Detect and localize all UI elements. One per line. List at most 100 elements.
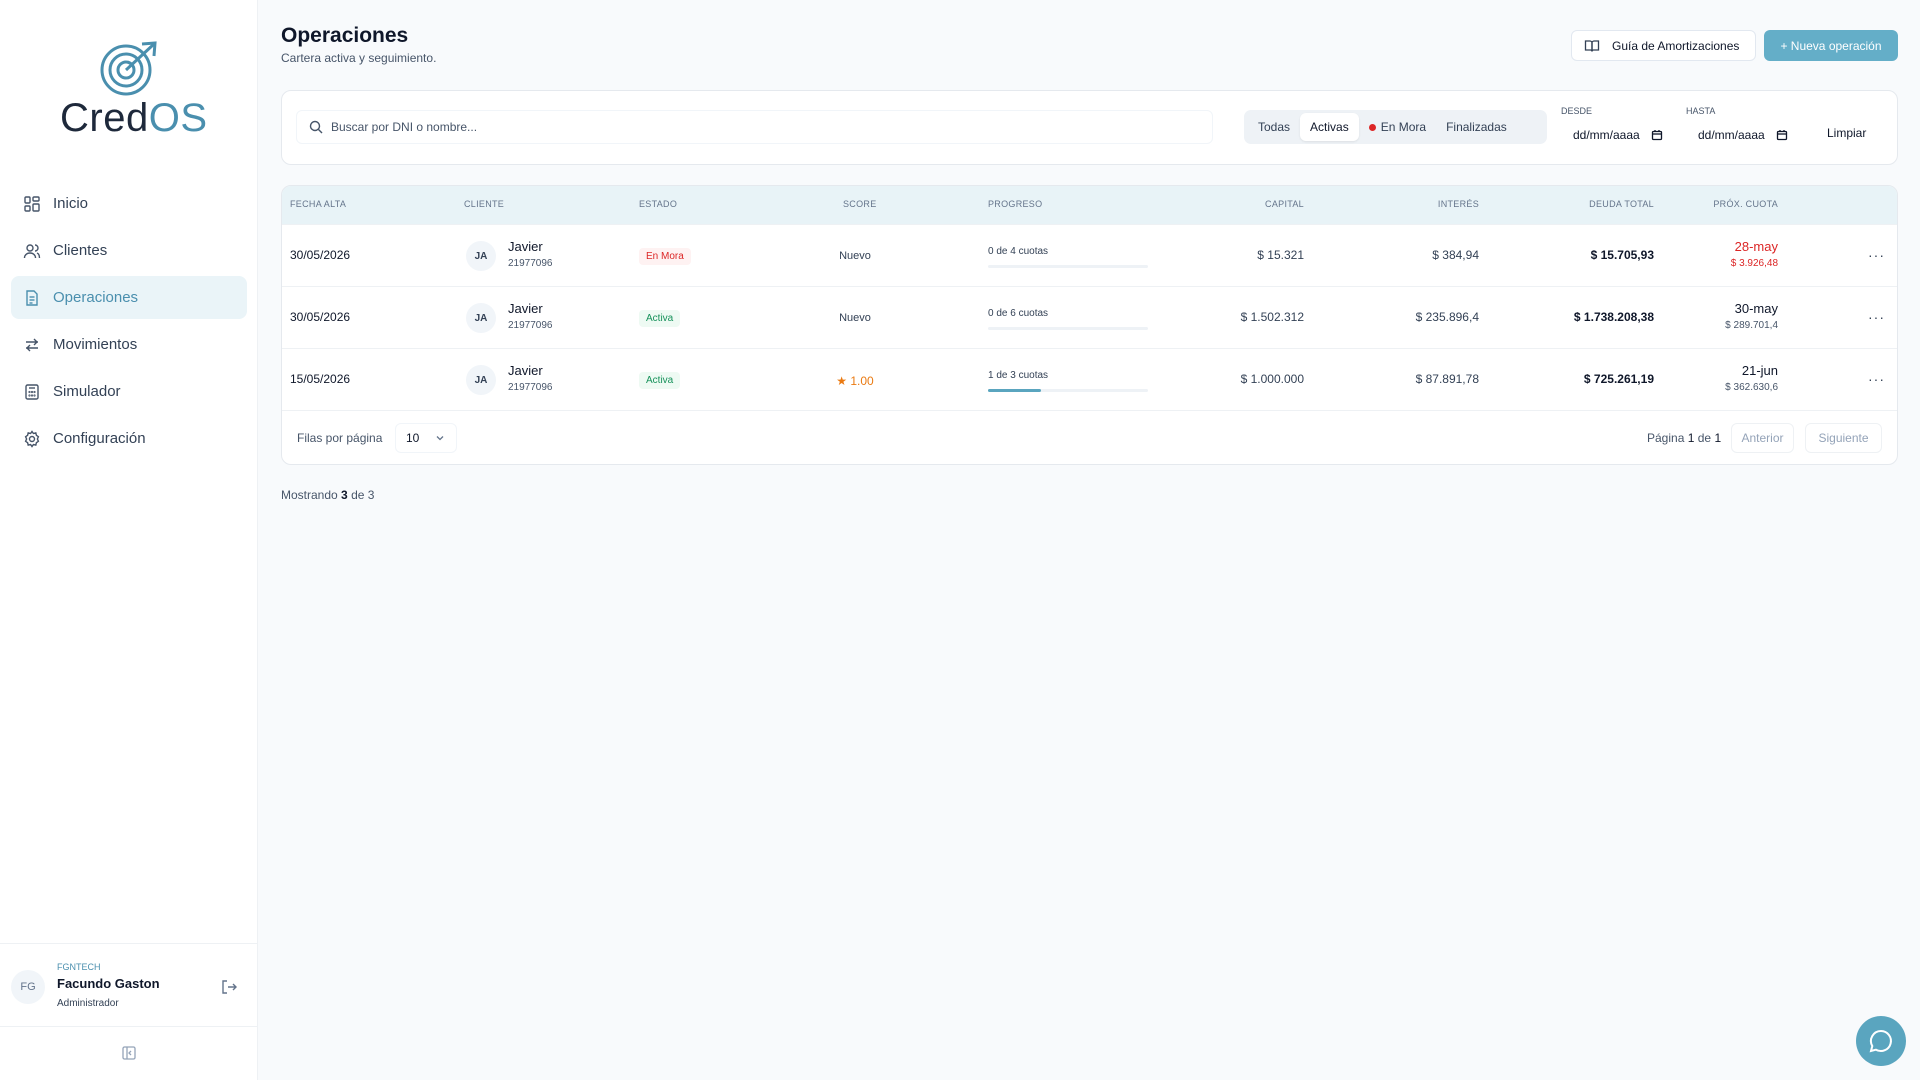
row-actions-icon[interactable]: ···: [1868, 247, 1885, 263]
table-row[interactable]: 15/05/2026 JA Javier 21977096 Activa ★ 1…: [282, 348, 1897, 410]
client-name: Javier: [508, 301, 543, 316]
sidebar-item-simulador[interactable]: Simulador: [11, 370, 247, 413]
chevron-down-icon: [434, 432, 446, 444]
logout-icon[interactable]: [220, 978, 238, 996]
credos-logo[interactable]: CredOS: [60, 40, 208, 140]
page-subtitle: Cartera activa y seguimiento.: [281, 51, 437, 65]
avatar: FG: [11, 970, 45, 1004]
sidebar-collapse-icon[interactable]: [121, 1045, 137, 1061]
client-avatar: JA: [466, 365, 496, 395]
book-icon: [1584, 38, 1600, 54]
column-header: ESTADO: [639, 199, 678, 209]
rows-per-page-value: 10: [406, 431, 420, 445]
deuda-total: $ 15.705,93: [1590, 248, 1654, 262]
new-operation-button[interactable]: + Nueva operación: [1764, 30, 1898, 61]
users-icon: [23, 242, 41, 260]
calculator-icon: [23, 383, 41, 401]
capital: $ 1.502.312: [1240, 310, 1304, 324]
sidebar-item-label: Operaciones: [53, 289, 139, 306]
status-badge: En Mora: [639, 248, 691, 265]
status-filter-tabs: Todas Activas En Mora Finalizadas: [1244, 110, 1547, 144]
arrows-icon: [23, 336, 41, 354]
brand-name: CredOS: [60, 96, 208, 140]
sidebar-item-inicio[interactable]: Inicio: [11, 182, 247, 225]
user-profile: FG FGNTECH Facundo Gaston Administrador: [0, 943, 258, 1027]
tab-en-mora[interactable]: En Mora: [1359, 113, 1436, 141]
calendar-icon[interactable]: [1776, 129, 1788, 141]
column-header: PRÓX. CUOTA: [1713, 199, 1778, 209]
hasta-label: HASTA: [1686, 106, 1716, 116]
client-dni: 21977096: [508, 320, 553, 331]
client-name: Javier: [508, 239, 543, 254]
amortization-guide-button[interactable]: Guía de Amortizaciones: [1571, 30, 1756, 61]
sidebar-nav: Inicio Clientes Operaciones Movimientos …: [11, 182, 247, 464]
user-role: Administrador: [57, 998, 119, 1009]
progress-bar: [988, 327, 1148, 330]
clear-filters-button[interactable]: Limpiar: [1827, 126, 1866, 140]
tab-activas[interactable]: Activas: [1300, 113, 1359, 141]
amortization-guide-label: Guía de Amortizaciones: [1612, 38, 1740, 53]
rows-per-page-label: Filas por página: [297, 431, 383, 445]
progress-bar: [988, 265, 1148, 268]
column-header: DEUDA TOTAL: [1589, 199, 1654, 209]
column-header: CAPITAL: [1265, 199, 1304, 209]
capital: $ 1.000.000: [1240, 372, 1304, 386]
interes: $ 384,94: [1432, 248, 1479, 262]
score-value: ★ 1.00: [825, 374, 885, 388]
star-icon: ★: [836, 374, 848, 388]
hasta-date-input[interactable]: dd/mm/aaaa: [1686, 121, 1798, 149]
next-page-button[interactable]: Siguiente: [1805, 423, 1882, 453]
column-header: PROGRESO: [988, 199, 1043, 209]
user-org: FGNTECH: [57, 962, 101, 972]
red-dot-icon: [1368, 123, 1376, 131]
sidebar: CredOS Inicio Clientes Operaciones Movim…: [0, 0, 258, 1080]
chat-bubble-icon: [1869, 1029, 1892, 1053]
results-summary: Mostrando 3 de 3: [281, 488, 375, 502]
progress-text: 0 de 6 cuotas: [988, 308, 1049, 319]
column-header: FECHA ALTA: [290, 199, 347, 209]
progress-text: 1 de 3 cuotas: [988, 370, 1049, 381]
column-header: CLIENTE: [464, 199, 505, 209]
next-due-amount: $ 362.630,6: [1725, 382, 1778, 393]
client-avatar: JA: [466, 303, 496, 333]
search-input[interactable]: [331, 120, 1191, 134]
previous-page-button[interactable]: Anterior: [1731, 423, 1794, 453]
calendar-icon[interactable]: [1651, 129, 1663, 141]
next-due-date: 21-jun: [1741, 363, 1778, 378]
progress-text: 0 de 4 cuotas: [988, 246, 1049, 257]
search-box[interactable]: [296, 110, 1213, 144]
fecha-alta: 15/05/2026: [290, 372, 351, 386]
column-header: INTERÉS: [1437, 199, 1479, 209]
score-value: Nuevo: [839, 312, 871, 324]
sidebar-item-clientes[interactable]: Clientes: [11, 229, 247, 272]
tab-finalizadas[interactable]: Finalizadas: [1436, 113, 1517, 141]
fecha-alta: 30/05/2026: [290, 248, 351, 262]
row-actions-icon[interactable]: ···: [1868, 371, 1885, 387]
rows-per-page-select[interactable]: 10: [395, 423, 457, 453]
deuda-total: $ 725.261,19: [1583, 372, 1654, 386]
fecha-alta: 30/05/2026: [290, 310, 351, 324]
client-dni: 21977096: [508, 258, 553, 269]
filter-bar: Todas Activas En Mora Finalizadas DESDE …: [281, 90, 1898, 165]
document-icon: [23, 289, 41, 307]
next-due-amount: $ 289.701,4: [1725, 320, 1778, 331]
tab-todas[interactable]: Todas: [1248, 113, 1300, 141]
desde-date-input[interactable]: dd/mm/aaaa: [1561, 121, 1673, 149]
sidebar-item-operaciones[interactable]: Operaciones: [11, 276, 247, 319]
gear-icon: [23, 429, 41, 448]
score-number: 1.00: [850, 374, 874, 388]
progress-fill: [988, 389, 1042, 392]
next-due-date: 28-may: [1734, 239, 1778, 254]
client-dni: 21977096: [508, 382, 553, 393]
target-arrow-icon: [100, 41, 157, 96]
row-actions-icon[interactable]: ···: [1868, 309, 1885, 325]
chat-button[interactable]: [1856, 1016, 1906, 1066]
client-name: Javier: [508, 363, 543, 378]
table-row[interactable]: 30/05/2026 JA Javier 21977096 En Mora Nu…: [282, 224, 1897, 286]
sidebar-item-movimientos[interactable]: Movimientos: [11, 323, 247, 366]
search-icon: [309, 120, 323, 134]
sidebar-item-configuracion[interactable]: Configuración: [11, 417, 247, 460]
interes: $ 87.891,78: [1415, 372, 1479, 386]
table-row[interactable]: 30/05/2026 JA Javier 21977096 Activa Nue…: [282, 286, 1897, 348]
page-indicator: Página 1 de 1: [1647, 431, 1722, 445]
